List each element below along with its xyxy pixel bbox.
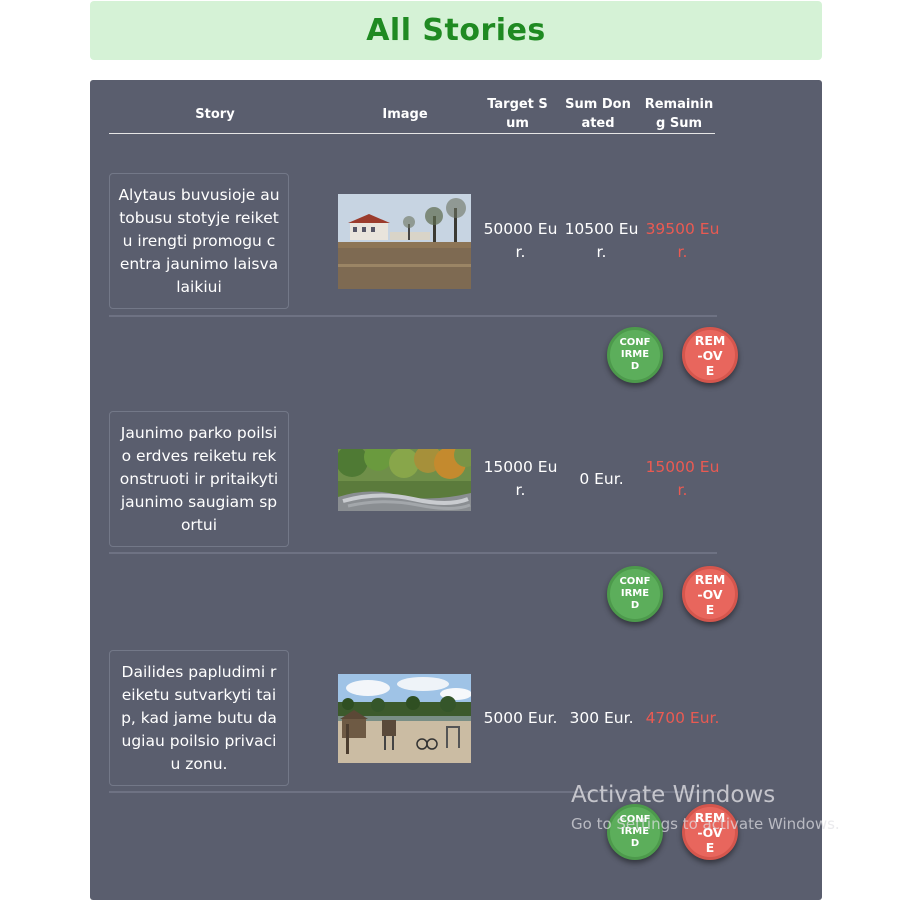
page-title: All Stories (366, 13, 546, 48)
sum-donated: 10500 Eur. (564, 220, 639, 261)
remaining-sum: 15000 Eur. (645, 458, 720, 499)
row-divider (109, 552, 717, 554)
remaining-sum: 39500 Eur. (645, 220, 720, 261)
story-text: Alytaus buvusioje autobusu stotyje reike… (109, 173, 289, 309)
header-target-sum: Target Sum (487, 97, 548, 131)
page-header: All Stories (90, 1, 822, 60)
sum-donated: 300 Eur. (569, 709, 634, 727)
activate-windows-title: Activate Windows (571, 782, 776, 808)
activate-windows-subtitle: Go to Settings to activate Windows. (571, 815, 840, 833)
sum-donated: 0 Eur. (579, 470, 624, 488)
remove-button[interactable]: REM-OVE (682, 566, 738, 622)
header-divider (109, 133, 715, 134)
target-sum: 50000 Eur. (483, 220, 558, 261)
target-sum: 5000 Eur. (483, 709, 558, 727)
target-sum: 15000 Eur. (483, 458, 558, 499)
remaining-sum: 4700 Eur. (645, 709, 720, 727)
header-remaining-sum: Remaining Sum (644, 97, 714, 131)
story-image (338, 194, 471, 289)
stories-panel: Story Image Target Sum Sum Donated Remai… (90, 80, 822, 900)
confirmed-button[interactable]: CONFIRMED (607, 327, 663, 383)
confirmed-button[interactable]: CONFIRMED (607, 566, 663, 622)
story-image (338, 674, 471, 763)
story-text: Jaunimo parko poilsio erdves reiketu rek… (109, 411, 289, 547)
table-row: Dailides papludimi reiketu sutvarkyti ta… (90, 650, 822, 890)
header-image: Image (382, 107, 428, 122)
table-row: Alytaus buvusioje autobusu stotyje reike… (90, 173, 822, 413)
story-text: Dailides papludimi reiketu sutvarkyti ta… (109, 650, 289, 786)
story-image (338, 449, 471, 511)
header-sum-donated: Sum Donated (565, 97, 631, 131)
table-row: Jaunimo parko poilsio erdves reiketu rek… (90, 411, 822, 651)
row-divider (109, 315, 717, 317)
remove-button[interactable]: REM-OVE (682, 327, 738, 383)
header-story: Story (195, 107, 235, 122)
